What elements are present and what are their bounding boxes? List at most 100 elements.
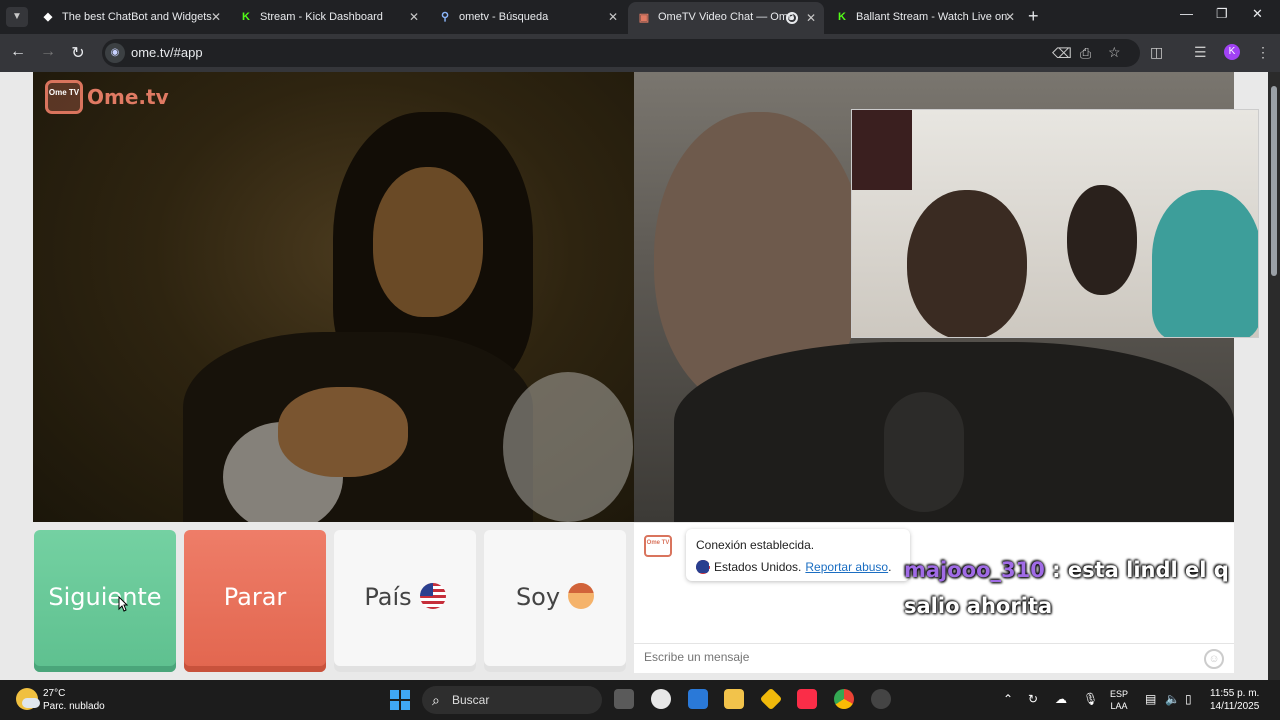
page-scrollbar[interactable]: [1268, 72, 1280, 680]
next-button-label: Siguiente: [48, 583, 162, 611]
microphone-figure: [884, 392, 964, 512]
weather-desc: Parc. nublado: [43, 701, 105, 712]
close-icon[interactable]: ✕: [1005, 4, 1015, 30]
task-view-icon[interactable]: [614, 689, 634, 709]
tab-title: OmeTV Video Chat — Ome: [658, 11, 795, 23]
address-bar[interactable]: ◉ ome.tv/#app ⌫ ⎙ ☆: [102, 39, 1140, 67]
language-code: ESP: [1110, 689, 1129, 699]
profile-avatar[interactable]: K: [1224, 44, 1240, 60]
tab-chatbot[interactable]: ◆ The best ChatBot and Widgets ✕: [32, 4, 229, 30]
windows-taskbar: 27°C Parc. nublado Buscar ⌃ ↻ ☁ 🎙 ESP LA…: [0, 680, 1280, 720]
stop-button[interactable]: Parar: [184, 530, 326, 672]
window-close-icon[interactable]: ✕: [1252, 6, 1263, 22]
chrome-icon[interactable]: [834, 689, 854, 709]
reload-icon[interactable]: ↻: [68, 43, 88, 63]
emoji-icon[interactable]: ☺: [1204, 649, 1224, 669]
binance-icon[interactable]: [759, 687, 783, 711]
clock-time: 11:55 p. m.: [1210, 688, 1260, 699]
tab-search[interactable]: ⚲ ometv - Búsqueda ✕: [429, 4, 626, 30]
extensions-icon[interactable]: ◫: [1150, 44, 1163, 61]
video-figure: [907, 190, 1027, 337]
video-figure: [503, 372, 633, 522]
minimize-icon[interactable]: —: [1180, 6, 1193, 21]
weather-icon[interactable]: [16, 688, 40, 710]
forward-icon[interactable]: →: [38, 43, 58, 61]
tab-title: ometv - Búsqueda: [459, 11, 549, 23]
browser-toolbar: ← → ↻ ◉ ome.tv/#app ⌫ ⎙ ☆ ◫ ☰ K ⋮: [0, 34, 1280, 72]
back-icon[interactable]: ←: [8, 43, 28, 61]
next-button[interactable]: Siguiente: [34, 530, 176, 672]
boy-icon: [568, 583, 595, 609]
local-video: Ome TV Ome.tv: [33, 72, 634, 522]
tab-ometv[interactable]: ▣ OmeTV Video Chat — Ome ✕: [628, 2, 824, 34]
partner-country: Estados Unidos.: [714, 560, 802, 574]
connection-status: Conexión establecida.: [696, 538, 815, 552]
search-icon: ⚲: [440, 11, 450, 23]
language-indicator[interactable]: ESP LAA: [1110, 688, 1128, 712]
site-info-icon[interactable]: ◉: [105, 43, 125, 63]
windows-start-icon[interactable]: [390, 690, 410, 710]
us-flag-icon: [419, 583, 446, 609]
ometv-logo-text: Ome.tv: [87, 85, 169, 109]
close-icon[interactable]: ✕: [608, 4, 618, 30]
new-tab-button[interactable]: +: [1028, 6, 1039, 27]
video-figure: [373, 167, 483, 317]
tab-title: Stream - Kick Dashboard: [260, 11, 383, 23]
tab-ballant-stream[interactable]: K Ballant Stream - Watch Live on ✕: [826, 4, 1023, 30]
sync-icon[interactable]: ↻: [1028, 692, 1038, 706]
apple-music-icon[interactable]: [797, 689, 817, 709]
microphone-icon[interactable]: 🎙: [1083, 692, 1098, 706]
ometv-icon: ▣: [638, 12, 650, 24]
ometv-chat-logo-icon: Ome TV: [644, 535, 672, 557]
gender-button[interactable]: Soy: [484, 530, 626, 672]
video-figure: [278, 387, 408, 477]
report-abuse-link[interactable]: Reportar abuso: [805, 560, 888, 574]
system-clock[interactable]: 11:55 p. m. 14/11/2025: [1210, 687, 1259, 713]
url-text[interactable]: ome.tv/#app: [131, 45, 203, 60]
close-icon[interactable]: ✕: [211, 4, 221, 30]
video-figure: [1152, 190, 1258, 337]
maximize-icon[interactable]: ❐: [1216, 6, 1228, 22]
close-icon[interactable]: ✕: [409, 4, 419, 30]
us-flag-icon: [696, 560, 710, 574]
weather-temp: 27°C: [43, 688, 66, 699]
taskbar-search-label: Buscar: [452, 693, 490, 707]
taskbar-search[interactable]: Buscar: [422, 686, 602, 714]
kick-icon: K: [242, 11, 250, 23]
tab-kick-dashboard[interactable]: K Stream - Kick Dashboard ✕: [230, 4, 427, 30]
kick-icon: K: [838, 11, 846, 23]
translate-icon[interactable]: ⌫: [1052, 45, 1072, 62]
battery-icon[interactable]: ▯: [1185, 692, 1192, 706]
network-icon[interactable]: ▤: [1145, 692, 1156, 706]
menu-kebab-icon[interactable]: ⋮: [1256, 44, 1270, 61]
obs-icon[interactable]: [871, 689, 891, 709]
stop-button-label: Parar: [223, 583, 287, 611]
bookmark-star-icon[interactable]: ☆: [1108, 44, 1121, 61]
diamond-icon: ◆: [43, 11, 53, 23]
cloud-icon[interactable]: ☁: [1055, 692, 1067, 706]
video-figure: [852, 110, 912, 190]
tab-title: Ballant Stream - Watch Live on: [856, 11, 1008, 23]
tab-strip: ▼ ◆ The best ChatBot and Widgets ✕ K Str…: [0, 0, 1280, 34]
ometv-logo-icon: Ome TV: [45, 80, 83, 114]
volume-icon[interactable]: 🔈: [1165, 692, 1180, 706]
media-control-icon[interactable]: ☰: [1194, 44, 1207, 61]
file-explorer-icon[interactable]: [724, 689, 744, 709]
message-input-row: ☺: [634, 643, 1234, 673]
tab-search-menu[interactable]: ▼: [6, 7, 28, 27]
tab-title: The best ChatBot and Widgets: [62, 11, 212, 23]
video-figure: [1067, 185, 1137, 295]
keyboard-layout: LAA: [1110, 701, 1128, 711]
mouse-cursor-icon: [118, 596, 128, 612]
close-icon[interactable]: ✕: [806, 3, 816, 33]
weather-widget[interactable]: 27°C Parc. nublado: [43, 687, 105, 713]
message-input[interactable]: [644, 650, 1184, 664]
show-hidden-icons-icon[interactable]: ⌃: [1003, 692, 1013, 706]
install-app-icon[interactable]: ⎙: [1080, 45, 1091, 62]
country-button[interactable]: País: [334, 530, 476, 672]
clock-date: 14/11/2025: [1210, 701, 1260, 712]
scrollbar-thumb[interactable]: [1271, 86, 1277, 276]
itunes-icon[interactable]: [651, 689, 671, 709]
country-button-label: País: [364, 583, 412, 611]
store-icon[interactable]: [688, 689, 708, 709]
